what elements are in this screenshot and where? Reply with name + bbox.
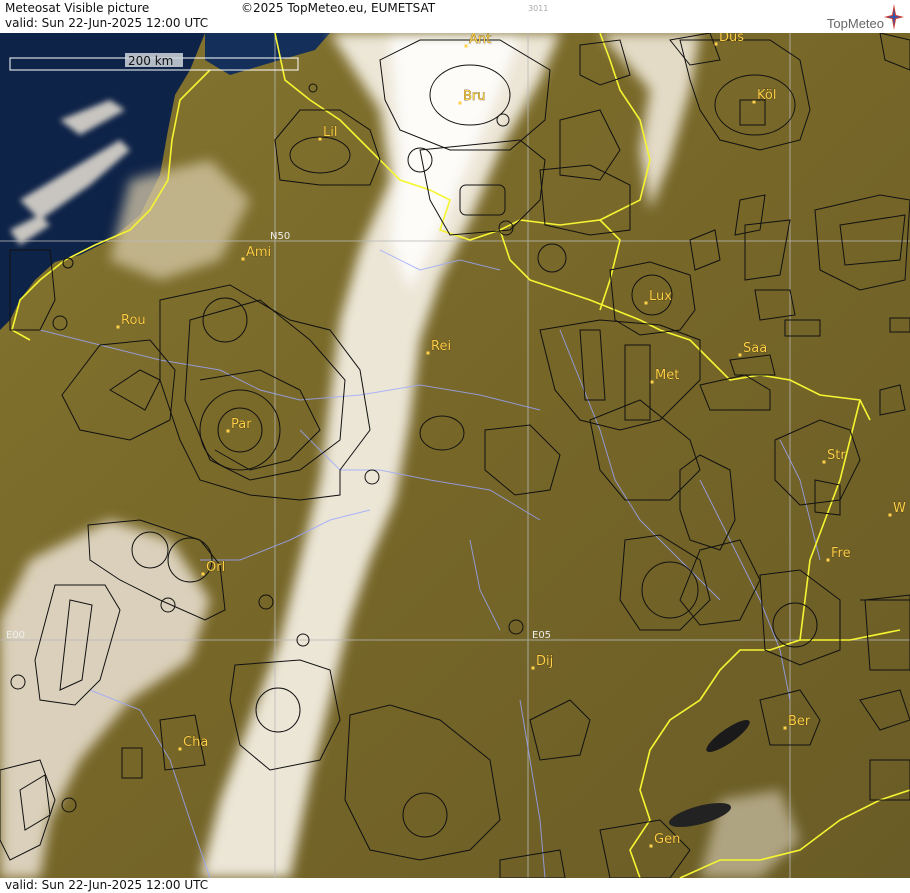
city-dot: [426, 351, 430, 355]
topmeteo-logo[interactable]: TopMeteo: [827, 16, 884, 31]
header-bar: Meteosat Visible picture ©2025 TopMeteo.…: [0, 0, 910, 33]
scale-label: 200 km: [128, 54, 173, 68]
copyright-text: ©2025 TopMeteo.eu, EUMETSAT: [241, 1, 436, 15]
city-label: Fre: [831, 546, 851, 561]
city-dot: [241, 257, 245, 261]
city-dot: [644, 301, 648, 305]
grid-label-e05: E05: [532, 630, 551, 641]
city-label: Köl: [757, 88, 776, 103]
city-label: Dij: [536, 654, 553, 669]
city-label: Rou: [121, 313, 146, 328]
city-label: Str: [827, 448, 846, 463]
city-dot: [714, 42, 718, 46]
grid-label-n50: N50: [270, 231, 290, 242]
footer-valid-time: valid: Sun 22-Jun-2025 12:00 UTC: [5, 878, 209, 892]
city-dot: [464, 44, 468, 48]
city-dot: [826, 558, 830, 562]
city-dot: [178, 747, 182, 751]
city-label: Met: [655, 368, 679, 383]
image-title: Meteosat Visible picture: [5, 1, 150, 15]
compass-star-icon: [884, 4, 904, 30]
grid-label-e00: E00: [6, 630, 25, 641]
city-label: Cha: [183, 735, 208, 750]
city-label: Par: [231, 417, 252, 432]
city-label: Ami: [246, 245, 271, 260]
satellite-map[interactable]: N50 E00 E05 200 km Ant DüsBru KölLilAmiL…: [0, 33, 910, 878]
city-dot: [888, 513, 892, 517]
city-dot: [201, 572, 205, 576]
city-label: Saa: [743, 341, 767, 356]
city-dot: [649, 844, 653, 848]
city-label: Ant: [469, 33, 491, 47]
city-dot: [738, 353, 742, 357]
city-label: Bru: [463, 89, 486, 104]
city-label: Lil: [323, 125, 337, 140]
city-dot: [318, 137, 322, 141]
city-dot: [458, 101, 462, 105]
city-label: Gen: [654, 832, 680, 847]
valid-time: valid: Sun 22-Jun-2025 12:00 UTC: [5, 16, 209, 30]
city-dot: [752, 100, 756, 104]
city-label: Lux: [649, 289, 672, 304]
city-label: W: [893, 501, 906, 516]
city-dot: [822, 460, 826, 464]
city-dot: [650, 380, 654, 384]
city-label: Rei: [431, 339, 451, 354]
image-code: 3011: [528, 4, 549, 13]
footer-bar: valid: Sun 22-Jun-2025 12:00 UTC: [0, 878, 910, 893]
city-dot: [783, 726, 787, 730]
city-dot: [531, 666, 535, 670]
city-dot: [116, 325, 120, 329]
city-label: Ber: [788, 714, 811, 729]
city-label: Orl: [206, 560, 225, 575]
city-label: Düs: [719, 33, 744, 45]
city-dot: [226, 429, 230, 433]
